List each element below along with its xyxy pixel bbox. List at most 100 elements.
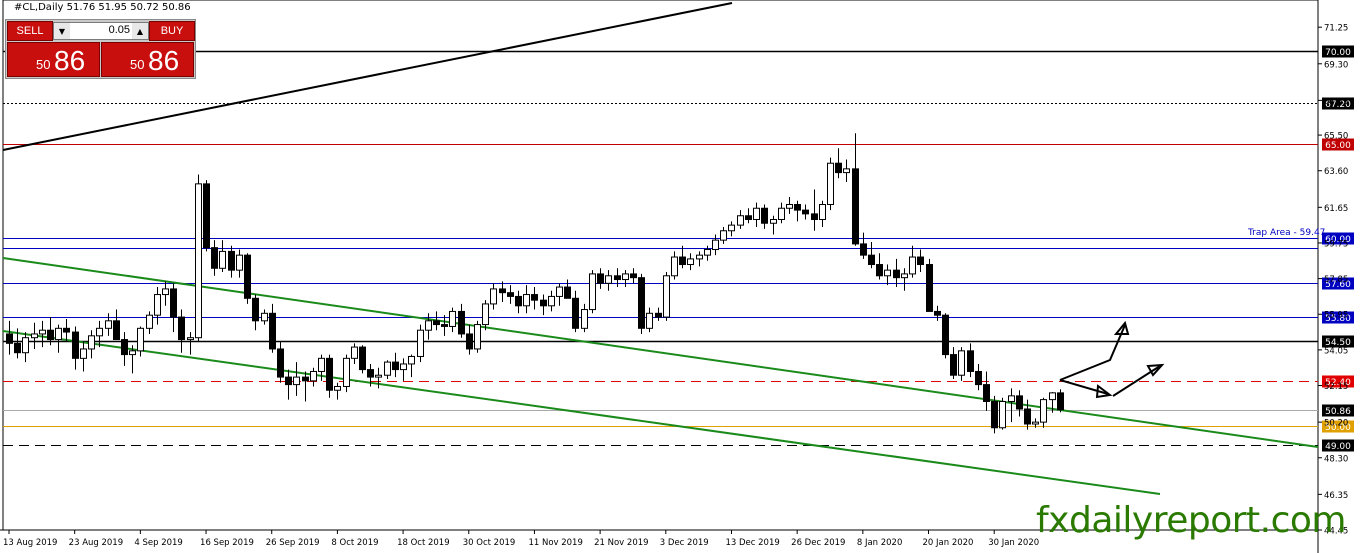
candle — [901, 268, 908, 291]
x-tick-label: 4 Sep 2019 — [134, 538, 182, 548]
level-price-label: 65.00 — [1325, 141, 1351, 151]
lot-increase-icon[interactable]: ▲ — [132, 23, 148, 39]
candle — [802, 204, 809, 220]
candle — [515, 290, 522, 314]
candle — [219, 240, 226, 273]
candle — [22, 332, 29, 363]
candle — [753, 202, 760, 228]
candle — [449, 307, 456, 333]
candle — [211, 240, 218, 276]
candle — [605, 270, 612, 291]
candle — [819, 200, 826, 228]
candle — [261, 309, 268, 325]
candle — [868, 242, 875, 269]
candle — [195, 174, 202, 342]
candle — [105, 313, 112, 336]
candle — [408, 354, 415, 378]
y-tick-label: 54.05 — [1324, 346, 1348, 356]
candle — [679, 245, 686, 269]
candle — [417, 324, 424, 363]
x-tick-label: 30 Oct 2019 — [463, 538, 516, 548]
trap-area-annotation: Trap Area - 59.47 — [1247, 228, 1325, 238]
candle — [646, 307, 653, 333]
candle — [811, 189, 818, 231]
x-tick-label: 11 Nov 2019 — [528, 538, 582, 548]
x-tick-label: 20 Jan 2020 — [923, 538, 974, 548]
x-tick-label: 30 Jan 2020 — [988, 538, 1039, 548]
candle — [712, 234, 719, 256]
candle — [400, 358, 407, 381]
candle — [884, 264, 891, 286]
candle — [55, 324, 62, 353]
candle — [523, 285, 530, 314]
candle — [310, 367, 317, 387]
candle — [745, 208, 752, 224]
candle — [942, 313, 949, 359]
candle — [359, 345, 366, 374]
candle — [343, 354, 350, 393]
candle — [384, 360, 391, 379]
candle — [228, 245, 235, 278]
x-tick-label: 23 Aug 2019 — [69, 538, 123, 548]
sell-price-button[interactable]: 50 86 — [7, 42, 100, 77]
candle — [852, 133, 859, 246]
candle — [441, 315, 448, 336]
sell-price-big: 86 — [54, 45, 86, 76]
candle — [466, 324, 473, 355]
candle — [967, 343, 974, 378]
candle — [614, 268, 621, 288]
lot-size-field[interactable]: ▼ 0.05 ▲ — [53, 22, 149, 40]
y-tick-label: 69.30 — [1324, 60, 1348, 70]
price-chart: Trap Area - 59.47 70.0067.2065.0060.0057… — [0, 0, 1354, 553]
candle — [88, 330, 95, 359]
x-axis: 13 Aug 2019 23 Aug 2019 4 Sep 2019 16 Sep 2… — [3, 530, 1039, 548]
candle — [113, 309, 120, 341]
symbol-header: #CL,Daily 51.76 51.95 50.72 50.86 — [14, 2, 191, 13]
x-tick-label: 16 Sep 2019 — [200, 538, 254, 548]
candle — [531, 287, 538, 310]
candle — [31, 322, 38, 349]
candle — [770, 215, 777, 235]
candle — [663, 272, 670, 321]
watermark: fxdailyreport.com — [1036, 500, 1346, 541]
candle — [269, 303, 276, 353]
candle — [6, 320, 13, 355]
buy-price-button[interactable]: 50 86 — [101, 42, 194, 77]
candle — [548, 290, 555, 312]
candle — [572, 290, 579, 333]
lot-size-value[interactable]: 0.05 — [72, 24, 130, 36]
candle — [786, 196, 793, 214]
candle — [720, 227, 727, 244]
candle — [162, 281, 169, 306]
candle — [392, 352, 399, 378]
level-price-label: 50.86 — [1325, 407, 1351, 417]
y-tick-label: 57.85 — [1324, 275, 1348, 285]
candle — [63, 318, 70, 342]
candle — [326, 354, 333, 398]
candle — [507, 285, 514, 304]
buy-button[interactable]: BUY — [149, 21, 195, 41]
candle — [737, 210, 744, 229]
y-tick-label: 55.95 — [1324, 311, 1348, 321]
candle — [630, 268, 637, 284]
candle — [926, 258, 933, 312]
candle — [999, 397, 1006, 430]
candle — [556, 283, 563, 306]
candle — [236, 249, 243, 278]
sell-button[interactable]: SELL — [7, 21, 53, 41]
candle — [499, 281, 506, 303]
candle — [564, 279, 571, 299]
sell-price-small: 50 — [36, 57, 51, 72]
y-tick-label: 63.60 — [1324, 167, 1348, 177]
y-tick-label: 48.30 — [1324, 454, 1348, 464]
candle — [581, 303, 588, 333]
y-tick-label: 67.35 — [1324, 97, 1348, 107]
candle — [909, 245, 916, 278]
candle — [187, 332, 194, 355]
candle — [597, 268, 604, 289]
level-price-label: 70.00 — [1325, 48, 1351, 58]
candle — [39, 320, 46, 348]
projection-arrows — [1059, 320, 1165, 399]
lot-decrease-icon[interactable]: ▼ — [54, 23, 70, 39]
candle — [137, 326, 144, 357]
